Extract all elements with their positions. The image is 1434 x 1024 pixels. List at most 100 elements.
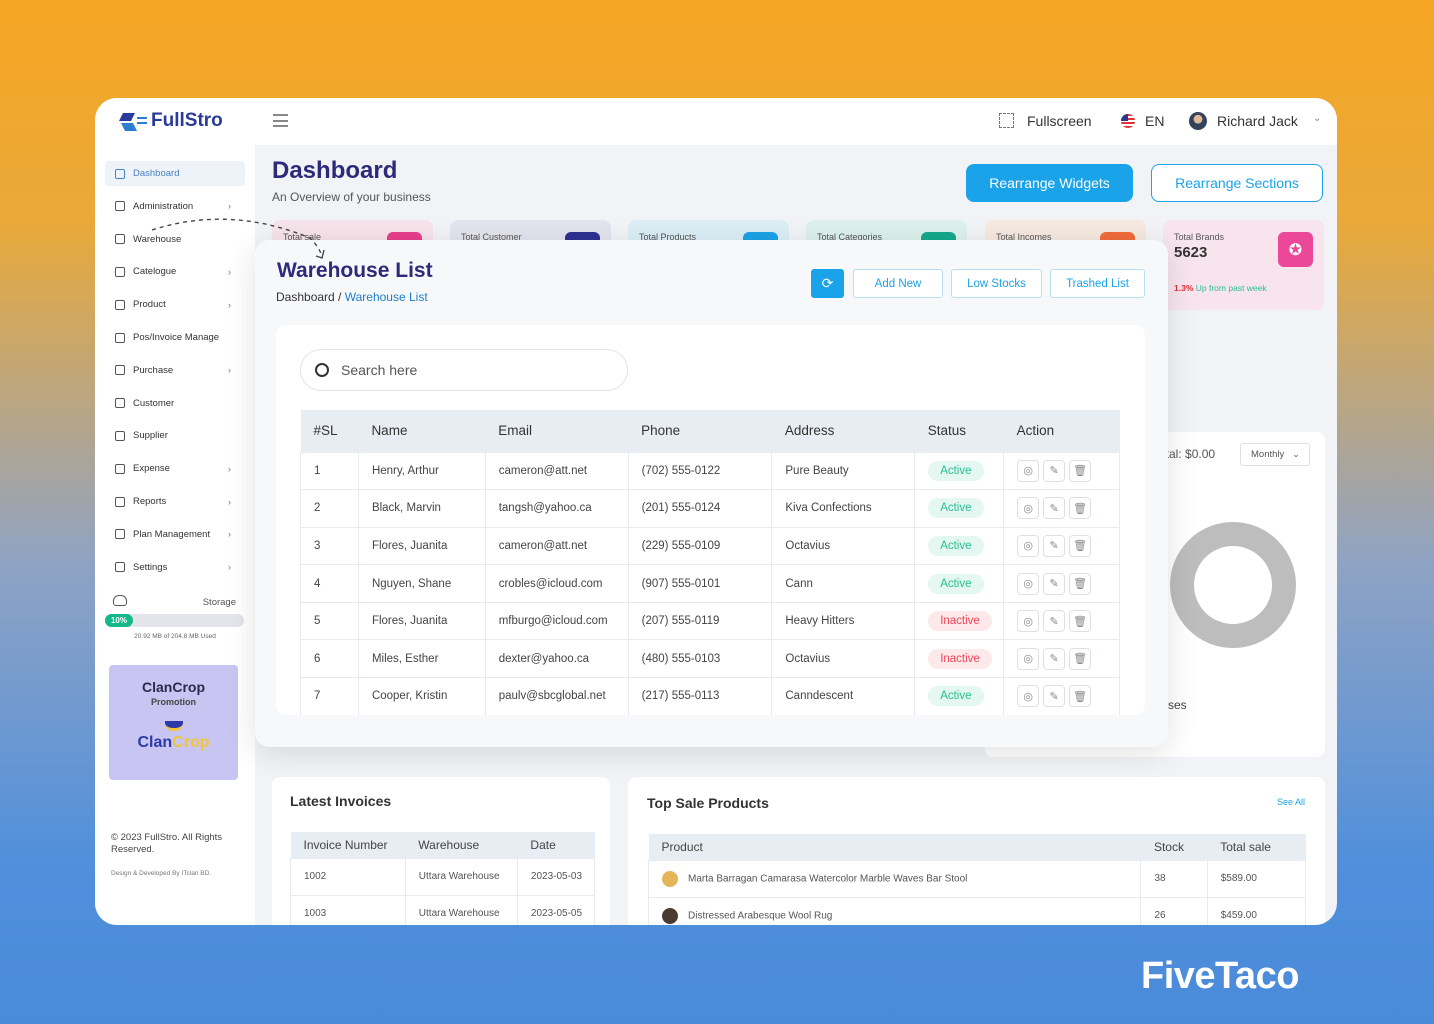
table-cell: Flores, Juanita [357, 601, 486, 641]
column-header: #SL [300, 410, 359, 452]
storage-label: Storage [202, 597, 236, 608]
edit-icon[interactable]: ✎ [1043, 497, 1066, 520]
view-icon[interactable]: ◎ [1017, 685, 1040, 708]
sidebar-item-customer[interactable]: Customer [105, 391, 245, 416]
view-icon[interactable]: ◎ [1017, 647, 1040, 670]
sidebar-item-supplier[interactable]: Supplier [105, 423, 245, 448]
column-header: Phone [628, 410, 772, 452]
edit-icon[interactable]: ✎ [1043, 610, 1066, 633]
view-icon[interactable]: ◎ [1017, 534, 1040, 557]
promo-card[interactable]: ClanCrop Promotion ClanCrop [109, 665, 238, 780]
trashed-list-button[interactable]: Trashed List [1050, 269, 1145, 298]
view-icon[interactable]: ◎ [1017, 497, 1040, 520]
sidebar-item-purchase[interactable]: Purchase › [105, 358, 245, 383]
column-header: Email [485, 410, 629, 452]
edit-icon[interactable]: ✎ [1043, 534, 1066, 557]
column-header: Status [914, 410, 1004, 452]
sidebar-item-product[interactable]: Product › [105, 292, 245, 317]
column-header: Warehouse [405, 832, 518, 858]
edit-icon[interactable]: ✎ [1043, 459, 1066, 482]
sidebar-item-pos-invoice-manage[interactable]: Pos/Invoice Manage [105, 325, 245, 350]
rearrange-widgets-button[interactable]: Rearrange Widgets [966, 164, 1133, 202]
edit-icon[interactable]: ✎ [1043, 685, 1066, 708]
column-header: Stock [1140, 834, 1208, 860]
fullscreen-button[interactable]: Fullscreen [1027, 113, 1092, 129]
delete-icon[interactable]: 🗑︎ [1069, 685, 1092, 708]
status-badge: Active [928, 498, 984, 519]
donut-chart [1170, 522, 1296, 648]
delete-icon[interactable]: 🗑︎ [1069, 647, 1092, 670]
sidebar-item-settings[interactable]: Settings › [105, 555, 245, 580]
purchase-icon [115, 365, 125, 376]
table-cell: (480) 555-0103 [627, 639, 773, 679]
table-row: 1 Henry, Arthur cameron@att.net (702) 555-0… [300, 451, 1120, 491]
delete-icon[interactable]: 🗑︎ [1069, 497, 1092, 520]
column-header: Total sale [1207, 834, 1306, 860]
warehouse-card: Search here #SL Name Email Phone Address Stat… [276, 325, 1145, 715]
table-cell: 1 [300, 451, 359, 491]
rearrange-sections-button[interactable]: Rearrange Sections [1151, 164, 1323, 202]
view-icon[interactable]: ◎ [1017, 610, 1040, 633]
product-thumbnail [662, 870, 678, 887]
warehouse-table: #SL Name Email Phone Address Status Action 1 Hen… [300, 410, 1120, 715]
breadcrumb-dashboard[interactable]: Dashboard [276, 290, 335, 304]
logo[interactable]: FullStro [119, 110, 223, 132]
view-icon[interactable]: ◎ [1017, 459, 1040, 482]
table-cell: 6 [300, 639, 359, 679]
search-icon [315, 363, 329, 377]
column-header: Address [771, 410, 915, 452]
table-cell: Miles, Esther [357, 639, 486, 679]
sidebar-item-reports[interactable]: Reports › [105, 489, 245, 514]
product-thumbnail [662, 907, 678, 924]
table-cell: Octavius [771, 639, 916, 679]
table-cell: mfburgo@icloud.com [484, 601, 629, 641]
page-title: Dashboard [272, 157, 398, 184]
chevron-right-icon: › [228, 496, 231, 507]
top-sale-products-panel: Top Sale Products See All Product Stock To… [628, 777, 1325, 925]
supplier-icon [115, 430, 125, 441]
storage-bar-fill: 10% [105, 614, 133, 627]
chevron-down-icon[interactable]: ⌄ [1313, 113, 1321, 124]
avatar[interactable] [1189, 112, 1207, 130]
delete-icon[interactable]: 🗑︎ [1069, 459, 1092, 482]
chevron-right-icon: › [228, 562, 231, 573]
refresh-icon: ⟳ [821, 275, 834, 291]
table-cell: dexter@yahoo.ca [484, 639, 629, 679]
table-cell: Octavius [771, 526, 916, 566]
table-cell: tangsh@yahoo.ca [484, 489, 629, 528]
column-header: Action [1003, 410, 1120, 452]
top-products-table: Product Stock Total sale Marta Barragan Cam… [647, 834, 1307, 925]
stat-icon: ✪ [1278, 232, 1313, 267]
table-cell: cameron@att.net [484, 451, 629, 491]
table-cell: 3 [300, 526, 359, 566]
language-selector[interactable]: EN [1145, 113, 1164, 129]
view-icon[interactable]: ◎ [1017, 572, 1040, 595]
chevron-right-icon: › [228, 299, 231, 310]
table-cell: (907) 555-0101 [627, 564, 773, 603]
sidebar-item-expense[interactable]: Expense › [105, 456, 245, 481]
delete-icon[interactable]: 🗑︎ [1069, 534, 1092, 557]
low-stocks-button[interactable]: Low Stocks [951, 269, 1042, 298]
sidebar-item-plan-management[interactable]: Plan Management › [105, 522, 245, 547]
add-new-button[interactable]: Add New [853, 269, 943, 298]
see-all-link[interactable]: See All [1277, 797, 1305, 807]
table-cell: (702) 555-0122 [627, 451, 773, 491]
plan-icon [115, 529, 125, 540]
table-cell: Cooper, Kristin [357, 677, 486, 715]
table-row: 3 Flores, Juanita cameron@att.net (229) 555… [300, 526, 1120, 566]
edit-icon[interactable]: ✎ [1043, 647, 1066, 670]
refresh-button[interactable]: ⟳ [811, 269, 844, 298]
edit-icon[interactable]: ✎ [1043, 572, 1066, 595]
period-dropdown[interactable]: Monthly ⌄ [1240, 443, 1310, 466]
menu-icon[interactable] [273, 114, 288, 127]
delete-icon[interactable]: 🗑︎ [1069, 610, 1092, 633]
table-cell: Black, Marvin [357, 489, 486, 528]
search-input[interactable]: Search here [300, 349, 628, 391]
warehouse-icon [115, 234, 125, 245]
sidebar-item-dashboard[interactable]: Dashboard [105, 161, 245, 186]
delete-icon[interactable]: 🗑︎ [1069, 572, 1092, 595]
fullscreen-icon[interactable] [999, 113, 1014, 128]
breadcrumb-current: Warehouse List [344, 290, 428, 304]
status-badge: Active [928, 460, 984, 481]
user-menu[interactable]: Richard Jack [1217, 113, 1298, 129]
